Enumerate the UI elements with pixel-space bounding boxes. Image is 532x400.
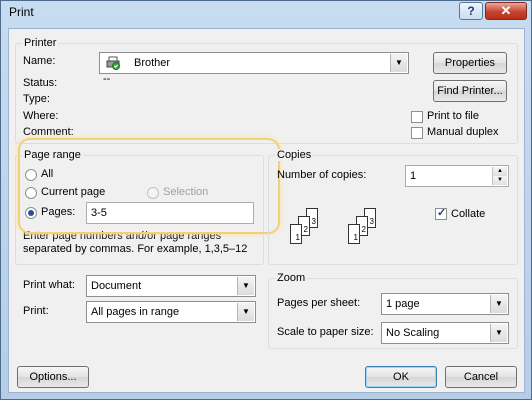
spin-up-icon[interactable]: ▲ — [493, 167, 507, 176]
pages-label[interactable]: Pages: — [41, 206, 75, 218]
manual-duplex-label[interactable]: Manual duplex — [427, 126, 499, 138]
print-what-dropdown[interactable]: Document ▼ — [86, 275, 256, 297]
pages-per-sheet-dropdown[interactable]: 1 page ▼ — [381, 293, 509, 315]
spin-down-icon[interactable]: ▼ — [493, 176, 507, 185]
properties-button[interactable]: Properties — [433, 52, 507, 74]
comment-label: Comment: — [23, 126, 74, 138]
scale-to-paper-value: No Scaling — [386, 327, 440, 339]
current-page-label[interactable]: Current page — [41, 186, 105, 198]
pages-radio[interactable] — [25, 207, 37, 219]
type-label: Type: — [23, 93, 50, 105]
zoom-group-title: Zoom — [275, 272, 308, 284]
chevron-down-icon[interactable]: ▼ — [237, 277, 254, 295]
pages-input-value: 3-5 — [91, 207, 107, 219]
copies-group-title: Copies — [275, 149, 314, 161]
current-page-radio[interactable] — [25, 187, 37, 199]
help-button[interactable]: ? — [459, 2, 483, 20]
window-title: Print — [9, 5, 34, 19]
chevron-down-icon[interactable]: ▼ — [490, 295, 507, 313]
pages-hint-line2: separated by commas. For example, 1,3,5–… — [23, 243, 248, 255]
printer-group-title: Printer — [22, 37, 59, 49]
manual-duplex-checkbox[interactable] — [411, 127, 423, 139]
print-what-label: Print what: — [23, 279, 75, 291]
selection-label[interactable]: Selection — [163, 186, 208, 198]
selection-radio[interactable] — [147, 187, 159, 199]
collate-page-1a: 1 — [290, 224, 302, 244]
collate-checkbox[interactable] — [435, 206, 447, 220]
printer-icon — [106, 56, 120, 70]
where-label: Where: — [23, 110, 59, 122]
number-of-copies-value: 1 — [410, 170, 417, 182]
copies-spinner[interactable]: ▲ ▼ — [492, 167, 507, 185]
cancel-button[interactable]: Cancel — [445, 366, 517, 388]
pages-input[interactable]: 3-5 — [86, 202, 254, 224]
print-what-value: Document — [91, 280, 142, 292]
close-button[interactable]: ✕ — [485, 2, 527, 20]
scale-to-paper-label: Scale to paper size: — [277, 326, 374, 338]
number-of-copies-input[interactable]: 1 ▲ ▼ — [405, 165, 509, 187]
scale-to-paper-dropdown[interactable]: No Scaling ▼ — [381, 322, 509, 344]
print-to-file-label[interactable]: Print to file — [427, 110, 479, 122]
dialog-body: Printer Name: Brother ▼ Status: -- Type:… — [8, 28, 525, 393]
chevron-down-icon[interactable]: ▼ — [237, 303, 254, 321]
pages-hint-line1: Enter page numbers and/or page ranges — [23, 230, 222, 242]
title-bar: Print ? ✕ — [1, 1, 531, 23]
printer-name-label: Name: — [23, 55, 56, 67]
pages-per-sheet-label: Pages per sheet: — [277, 297, 361, 309]
ok-button[interactable]: OK — [365, 366, 437, 388]
chevron-down-icon[interactable]: ▼ — [490, 324, 507, 342]
collate-label[interactable]: Collate — [451, 208, 485, 220]
options-button[interactable]: Options... — [17, 366, 89, 388]
find-printer-button[interactable]: Find Printer... — [433, 80, 507, 102]
collate-page-1b: 1 — [348, 224, 360, 244]
print-dropdown[interactable]: All pages in range ▼ — [86, 301, 256, 323]
all-radio[interactable] — [25, 169, 37, 181]
print-to-file-checkbox[interactable] — [411, 111, 423, 123]
status-label: Status: — [23, 77, 58, 89]
all-label[interactable]: All — [41, 168, 53, 180]
print-dialog: Print ? ✕ Printer Name: Brother ▼ Status… — [0, 0, 532, 400]
number-of-copies-label: Number of copies: — [277, 169, 367, 181]
print-value: All pages in range — [91, 306, 180, 318]
page-range-group-title: Page range — [22, 149, 83, 161]
printer-name-value: Brother — [134, 57, 171, 69]
chevron-down-icon[interactable]: ▼ — [390, 54, 407, 72]
printer-name-dropdown[interactable]: Brother ▼ — [99, 52, 409, 74]
pages-per-sheet-value: 1 page — [386, 298, 420, 310]
print-label: Print: — [23, 305, 49, 317]
status-value: -- — [103, 73, 111, 85]
